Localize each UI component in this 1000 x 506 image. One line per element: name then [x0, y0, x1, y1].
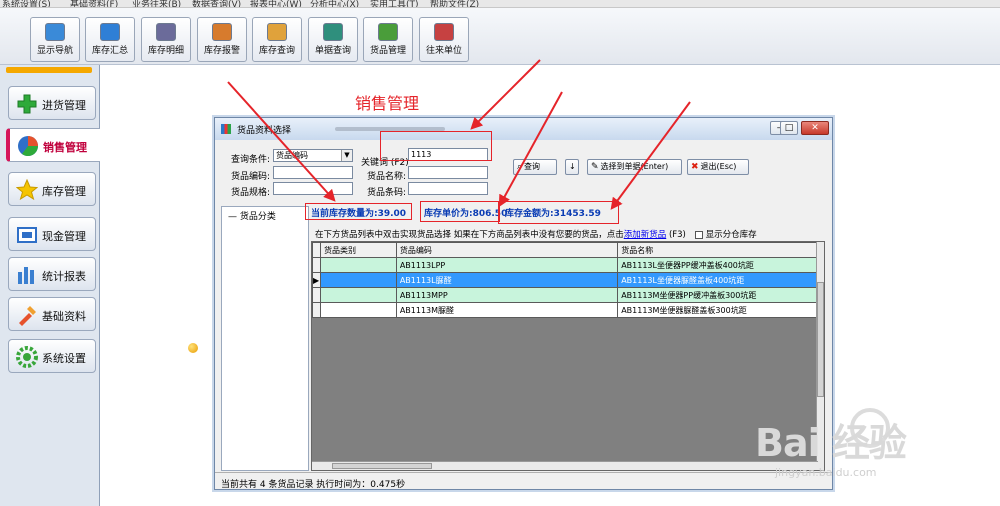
- watermark-sub: jingyan.baidu.com: [775, 466, 877, 479]
- watermark-main: Bai 经验: [755, 421, 907, 465]
